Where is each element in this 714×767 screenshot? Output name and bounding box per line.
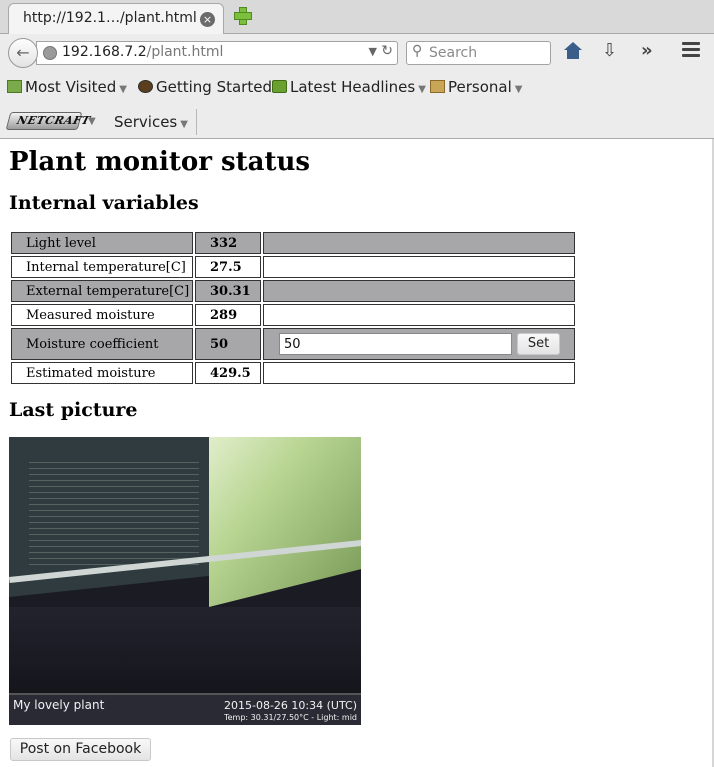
home-icon[interactable] [563, 42, 583, 62]
variables-table: Light level 332 Internal temperature[C] … [9, 230, 577, 386]
bookmark-personal[interactable]: Personal ▼ [430, 78, 522, 96]
search-box[interactable]: ⚲ [406, 41, 551, 65]
tab-strip: http://192.1…/plant.html × [0, 0, 714, 34]
photo-caption-date: 2015-08-26 10:34 (UTC) [223, 699, 357, 712]
firefox-icon [138, 80, 153, 93]
variable-extra [263, 304, 575, 326]
variable-label: Internal temperature[C] [11, 256, 193, 278]
bookmark-latest-headlines[interactable]: Latest Headlines ▼ [272, 78, 426, 96]
url-text: 192.168.7.2/plant.html [62, 44, 223, 60]
page-content: Plant monitor status Internal variables … [0, 139, 714, 767]
new-tab-icon[interactable] [233, 6, 252, 25]
section-heading-internal: Internal variables [9, 192, 199, 214]
variable-value: 332 [195, 232, 261, 254]
variable-label: Light level [11, 232, 193, 254]
variable-label: Moisture coefficient [11, 328, 193, 360]
reload-icon[interactable]: ↻ [381, 43, 393, 59]
photo-desk [9, 607, 361, 697]
photo-caption-title: My lovely plant [13, 698, 105, 712]
photo-screen-text [29, 457, 199, 567]
variable-value: 429.5 [195, 362, 261, 384]
close-icon[interactable]: × [200, 12, 215, 27]
bookmark-label: Personal [448, 78, 512, 96]
chevron-down-icon: ▼ [180, 119, 188, 130]
chevron-down-icon: ▼ [514, 84, 523, 95]
bookmark-getting-started[interactable]: Getting Started [138, 78, 272, 96]
moisture-coefficient-input[interactable] [279, 333, 512, 355]
variable-value: 27.5 [195, 256, 261, 278]
photo-caption-temp: Temp: 30.31/27.50°C - Light: mid [224, 713, 357, 722]
search-icon: ⚲ [412, 43, 423, 59]
url-host: 192.168.7.2 [62, 44, 147, 60]
post-on-facebook-button[interactable]: Post on Facebook [10, 738, 151, 761]
chevron-down-icon: ▼ [119, 84, 127, 95]
chevron-down-icon: ▼ [418, 84, 426, 95]
variable-value: 50 [195, 328, 261, 360]
bookmark-label: Latest Headlines [290, 78, 416, 96]
variable-extra [263, 232, 575, 254]
url-dropdown-icon[interactable]: ▼ [369, 45, 377, 58]
globe-icon[interactable] [43, 46, 57, 60]
plant-photo: My lovely plant 2015-08-26 10:34 (UTC) T… [9, 437, 361, 725]
services-label: Services [114, 113, 178, 131]
table-row: Light level 332 [11, 232, 575, 254]
navigation-bar: 192.168.7.2/plant.html ▼ ↻ ← ⚲ ⇩ » [0, 34, 714, 70]
back-arrow-icon[interactable]: ← [8, 38, 38, 68]
bookmark-label: Getting Started [156, 78, 272, 96]
browser-chrome: http://192.1…/plant.html × 192.168.7.2/p… [0, 0, 714, 139]
tab-plant[interactable]: http://192.1…/plant.html × [8, 3, 224, 34]
variable-value: 30.31 [195, 280, 261, 302]
tab-title: http://192.1…/plant.html [23, 10, 197, 26]
overflow-chevron-icon[interactable]: » [641, 40, 653, 61]
toolbar-divider [196, 109, 197, 135]
url-path: /plant.html [146, 44, 224, 60]
variable-label: Measured moisture [11, 304, 193, 326]
table-row: Internal temperature[C] 27.5 [11, 256, 575, 278]
url-bar[interactable]: 192.168.7.2/plant.html ▼ ↻ [36, 41, 398, 65]
table-row: Estimated moisture 429.5 [11, 362, 575, 384]
bookmark-label: Most Visited [25, 78, 117, 96]
folder-icon [430, 80, 445, 93]
variable-extra [263, 256, 575, 278]
table-row: External temperature[C] 30.31 [11, 280, 575, 302]
section-heading-picture: Last picture [9, 399, 138, 421]
variable-extra [263, 362, 575, 384]
chevron-down-icon[interactable]: ▼ [88, 116, 96, 127]
services-menu[interactable]: Services ▼ [114, 113, 188, 131]
bookmark-most-visited[interactable]: Most Visited ▼ [7, 78, 127, 96]
netcraft-toolbar: NETCRAFT ▼ Services ▼ [0, 104, 714, 138]
bookmarks-toolbar: Most Visited ▼ Getting Started Latest Hea… [0, 72, 714, 102]
variable-value: 289 [195, 304, 261, 326]
download-icon[interactable]: ⇩ [602, 40, 617, 61]
variable-extra [263, 280, 575, 302]
table-row: Measured moisture 289 [11, 304, 575, 326]
photo-monitor-right [209, 437, 361, 607]
hamburger-menu-icon[interactable] [682, 42, 700, 58]
rss-icon [272, 80, 287, 93]
set-button[interactable]: Set [517, 333, 560, 355]
page-title: Plant monitor status [9, 147, 311, 177]
variable-label: Estimated moisture [11, 362, 193, 384]
search-input[interactable] [427, 42, 547, 64]
netcraft-logo[interactable]: NETCRAFT [5, 112, 92, 130]
variable-label: External temperature[C] [11, 280, 193, 302]
folder-icon [7, 80, 22, 93]
